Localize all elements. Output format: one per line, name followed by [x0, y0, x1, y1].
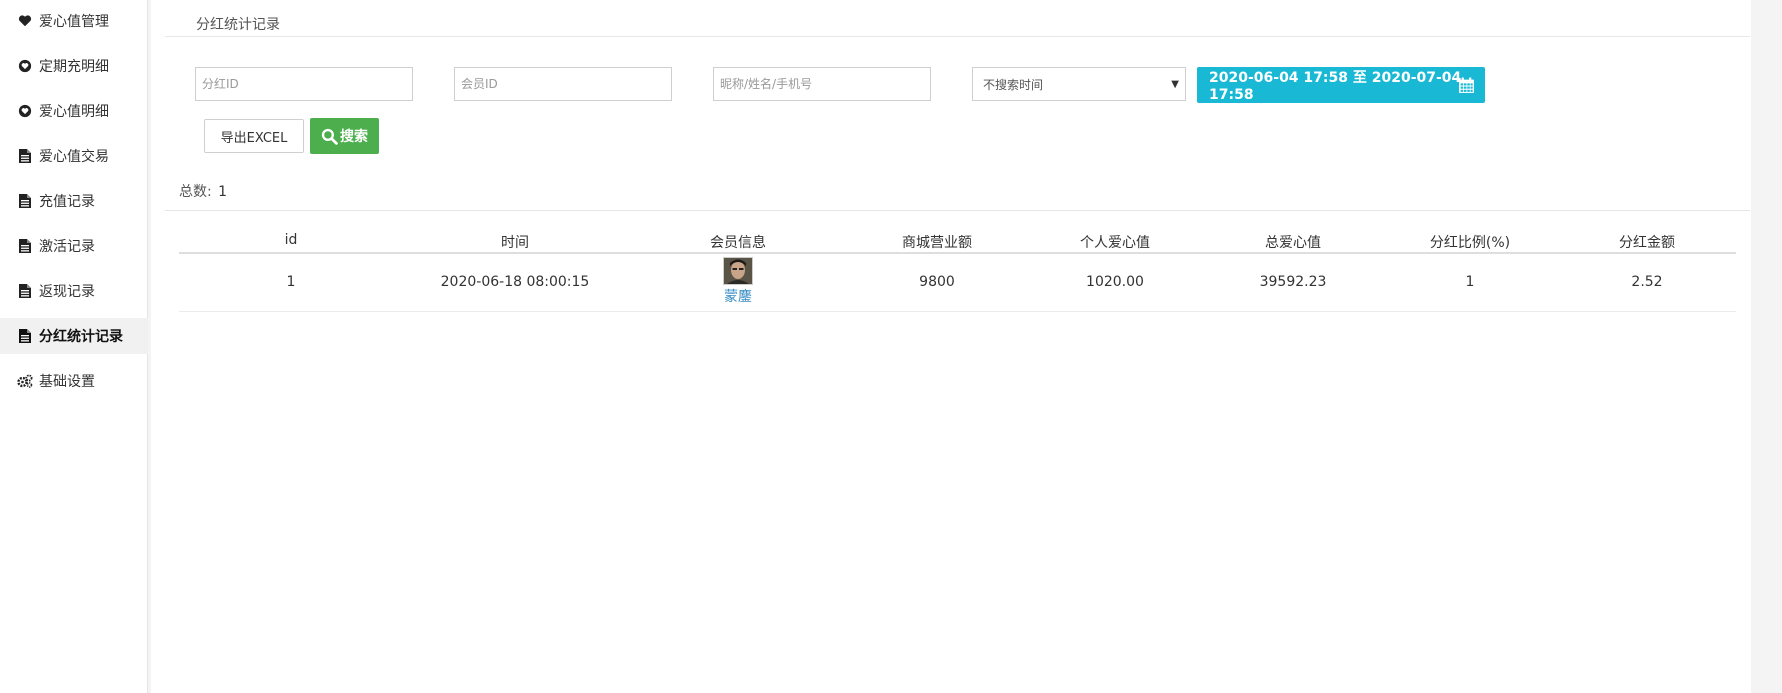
calendar-icon [1458, 77, 1475, 98]
file-icon [17, 148, 33, 164]
sidebar-item-label: 分红统计记录 [39, 329, 123, 345]
sidebar-item-love-trade[interactable]: 爱心值交易 [0, 138, 148, 174]
column-header-revenue: 商城营业额 [902, 235, 972, 251]
heart-icon [17, 13, 33, 29]
table-header: id 时间 会员信息 商城营业额 个人爱心值 总爱心值 分红比例(%) 分红金额 [179, 228, 1736, 254]
nickname-search-input[interactable] [713, 67, 931, 101]
page-title: 分红统计记录 [196, 17, 280, 33]
cell-id: 1 [286, 274, 296, 290]
divider [165, 210, 1750, 211]
cell-member-info: 蒙鏖 [723, 257, 753, 306]
table-row: 1 2020-06-18 08:00:15 蒙鏖 9800 1020.00 39… [179, 254, 1736, 312]
search-icon [321, 128, 338, 145]
cell-ratio: 1 [1465, 274, 1475, 290]
date-range-picker[interactable]: 2020-06-04 17:58 至 2020-07-04 17:58 [1197, 67, 1485, 103]
sidebar-item-basic-settings[interactable]: 基础设置 [0, 363, 148, 399]
file-icon [17, 283, 33, 299]
total-count: 总数: 1 [179, 181, 227, 201]
column-header-personal-love: 个人爱心值 [1080, 235, 1150, 251]
sidebar-item-label: 爱心值明细 [39, 104, 109, 120]
total-value: 1 [218, 184, 228, 200]
dividend-table: id 时间 会员信息 商城营业额 个人爱心值 总爱心值 分红比例(%) 分红金额… [179, 228, 1736, 312]
cell-time: 2020-06-18 08:00:15 [440, 274, 590, 290]
file-icon [17, 238, 33, 254]
sidebar-item-label: 定期充明细 [39, 59, 109, 75]
chevron-down-icon: ▼ [1171, 79, 1179, 90]
sidebar-item-label: 充值记录 [39, 194, 95, 210]
export-excel-button[interactable]: 导出EXCEL [204, 119, 304, 153]
cogs-icon [17, 373, 33, 389]
column-header-time: 时间 [501, 235, 529, 251]
sidebar-item-dividend-stats[interactable]: 分红统计记录 [0, 318, 148, 354]
sidebar-item-recharge-records[interactable]: 充值记录 [0, 183, 148, 219]
sidebar-item-love-detail[interactable]: 爱心值明细 [0, 93, 148, 129]
column-header-member-info: 会员信息 [710, 235, 766, 251]
heart-circle-icon [17, 58, 33, 74]
member-name-link[interactable]: 蒙鏖 [724, 286, 752, 306]
sidebar-item-label: 爱心值管理 [39, 14, 109, 30]
column-header-total-love: 总爱心值 [1265, 235, 1321, 251]
sidebar: 爱心值管理 定期充明细 爱心值明细 爱心值交易 充值记录 激活记录 返现记录 分… [0, 0, 148, 693]
search-button-label: 搜索 [340, 129, 368, 145]
dividend-id-input[interactable] [195, 67, 413, 101]
sidebar-item-label: 激活记录 [39, 239, 95, 255]
time-filter-select[interactable]: 不搜索时间 ▼ [972, 67, 1186, 101]
time-filter-value: 不搜索时间 [983, 77, 1044, 92]
file-icon [17, 193, 33, 209]
sidebar-item-label: 基础设置 [39, 374, 95, 390]
sidebar-item-activation-records[interactable]: 激活记录 [0, 228, 148, 264]
column-header-id: id [284, 232, 298, 248]
member-id-input[interactable] [454, 67, 672, 101]
cell-total-love: 39592.23 [1259, 274, 1327, 290]
column-header-ratio: 分红比例(%) [1429, 235, 1511, 251]
sidebar-item-cashback-records[interactable]: 返现记录 [0, 273, 148, 309]
column-header-amount: 分红金额 [1619, 235, 1675, 251]
divider [165, 36, 1750, 37]
main-panel: 分红统计记录 不搜索时间 ▼ 2020-06-04 17:58 至 2020-0… [151, 0, 1751, 693]
cell-personal-love: 1020.00 [1086, 274, 1144, 290]
sidebar-item-love-management[interactable]: 爱心值管理 [0, 3, 148, 39]
cell-amount: 2.52 [1631, 274, 1663, 290]
search-button[interactable]: 搜索 [310, 118, 379, 154]
sidebar-item-label: 返现记录 [39, 284, 95, 300]
sidebar-item-label: 爱心值交易 [39, 149, 109, 165]
heart-circle-icon [17, 103, 33, 119]
sidebar-item-periodic-recharge[interactable]: 定期充明细 [0, 48, 148, 84]
avatar [723, 257, 753, 285]
cell-revenue: 9800 [919, 274, 955, 290]
file-icon [17, 328, 33, 344]
date-range-text: 2020-06-04 17:58 至 2020-07-04 17:58 [1209, 70, 1462, 103]
total-label: 总数: [179, 184, 212, 200]
